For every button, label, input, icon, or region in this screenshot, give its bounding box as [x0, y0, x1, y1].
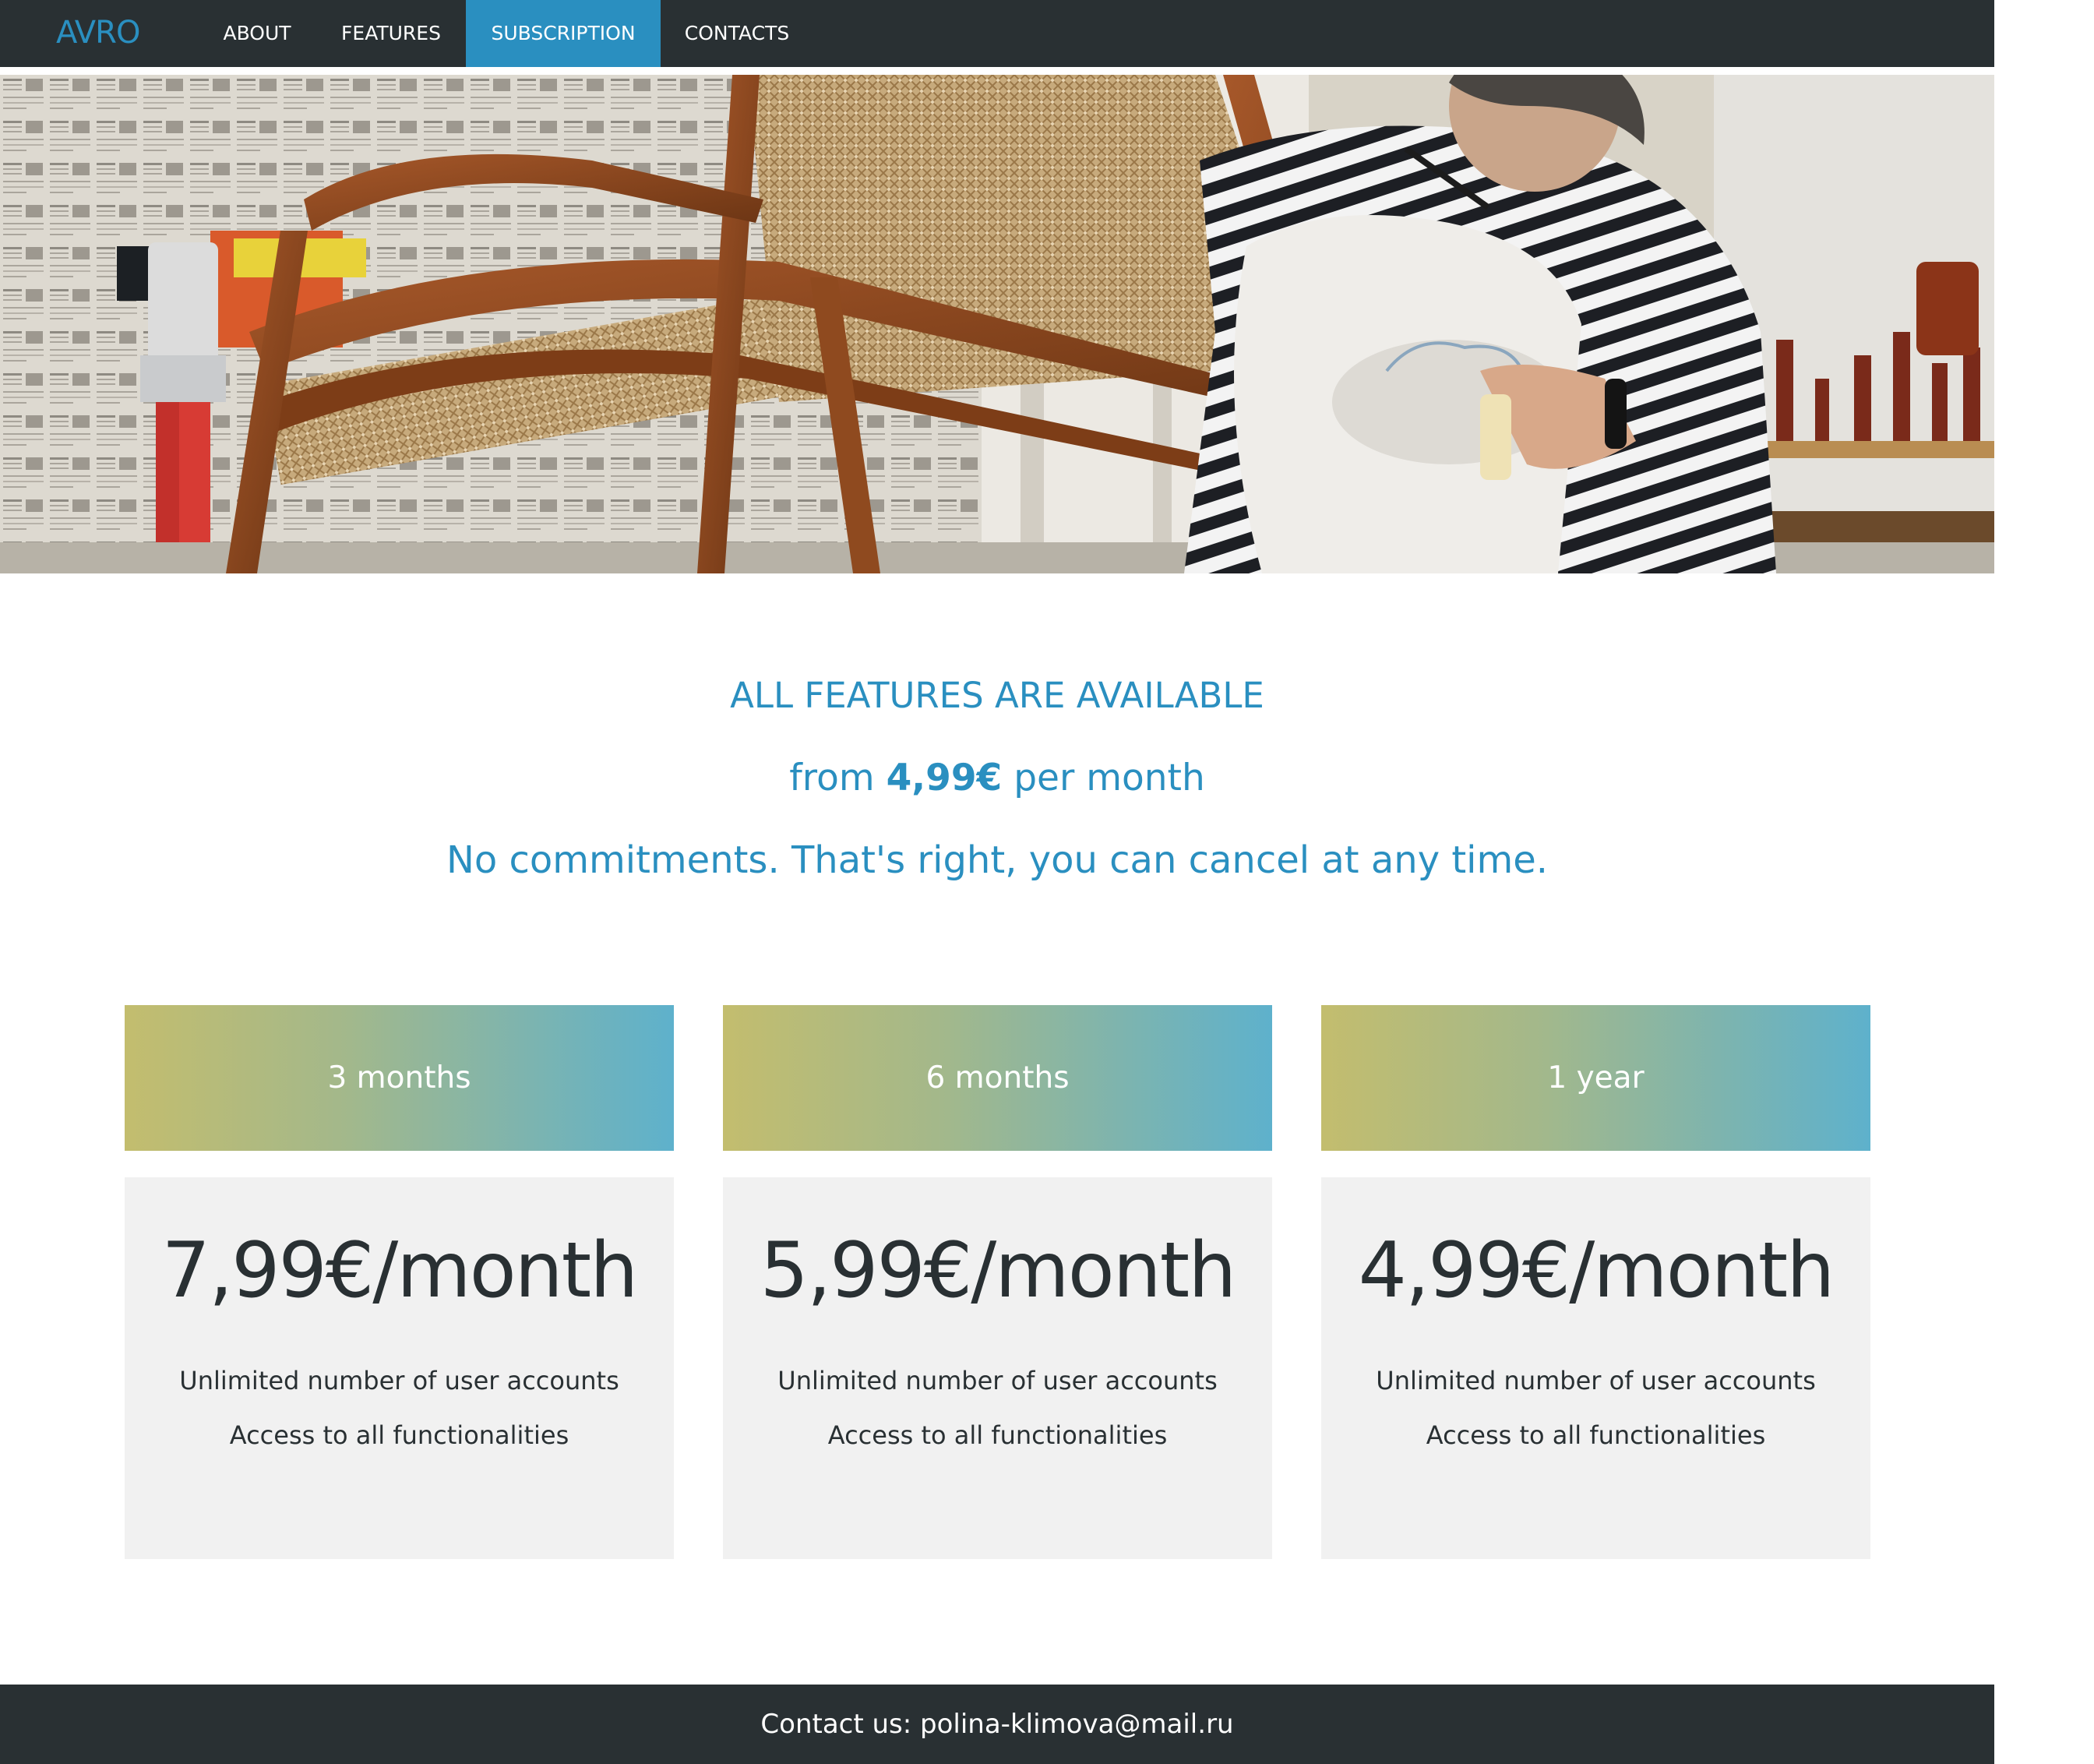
plan-3-months-header[interactable]: 3 months	[125, 1005, 674, 1151]
contact-email[interactable]: Contact us: polina-klimova@mail.ru	[760, 1709, 1233, 1740]
plan-1-year-card[interactable]: 4,99€/month Unlimited number of user acc…	[1321, 1177, 1870, 1559]
from-suffix: per month	[1002, 757, 1205, 799]
avro-logo[interactable]: AVRO	[56, 9, 140, 56]
footer: Contact us: polina-klimova@mail.ru	[0, 1685, 1994, 1764]
plan-feature-functionalities: Access to all functionalities	[1426, 1420, 1766, 1450]
plan-feature-functionalities: Access to all functionalities	[827, 1420, 1168, 1450]
nav-features[interactable]: FEATURES	[316, 0, 466, 67]
from-prefix: from	[789, 757, 887, 799]
subscription-page: AVRO ABOUT FEATURES SUBSCRIPTION CONTACT…	[0, 0, 1994, 1764]
nav-about[interactable]: ABOUT	[198, 0, 316, 67]
starting-price: 4,99€	[886, 757, 1003, 799]
hero-workshop-illustration	[0, 75, 1994, 573]
plan-feature-accounts: Unlimited number of user accounts	[1376, 1366, 1816, 1395]
availability-headline: ALL FEATURES ARE AVAILABLE	[730, 675, 1264, 716]
plan-price: 5,99€/month	[760, 1226, 1237, 1315]
nav-contacts[interactable]: CONTACTS	[661, 0, 813, 67]
plan-3-months-card[interactable]: 7,99€/month Unlimited number of user acc…	[125, 1177, 674, 1559]
starting-price-line: from 4,99€ per month	[0, 753, 1994, 804]
plan-price: 7,99€/month	[161, 1226, 639, 1315]
plan-feature-accounts: Unlimited number of user accounts	[179, 1366, 619, 1395]
cancel-anytime-text: No commitments. That's right, you can ca…	[446, 838, 1549, 882]
plan-6-months-card[interactable]: 5,99€/month Unlimited number of user acc…	[723, 1177, 1272, 1559]
plan-1-year-header[interactable]: 1 year	[1321, 1005, 1870, 1151]
plan-feature-accounts: Unlimited number of user accounts	[777, 1366, 1218, 1395]
hero-image	[0, 75, 1994, 573]
plan-price: 4,99€/month	[1358, 1226, 1835, 1315]
nav-subscription[interactable]: SUBSCRIPTION	[466, 0, 661, 67]
plan-feature-functionalities: Access to all functionalities	[229, 1420, 569, 1450]
plan-6-months-header[interactable]: 6 months	[723, 1005, 1272, 1151]
top-navbar: AVRO ABOUT FEATURES SUBSCRIPTION CONTACT…	[0, 0, 1994, 67]
